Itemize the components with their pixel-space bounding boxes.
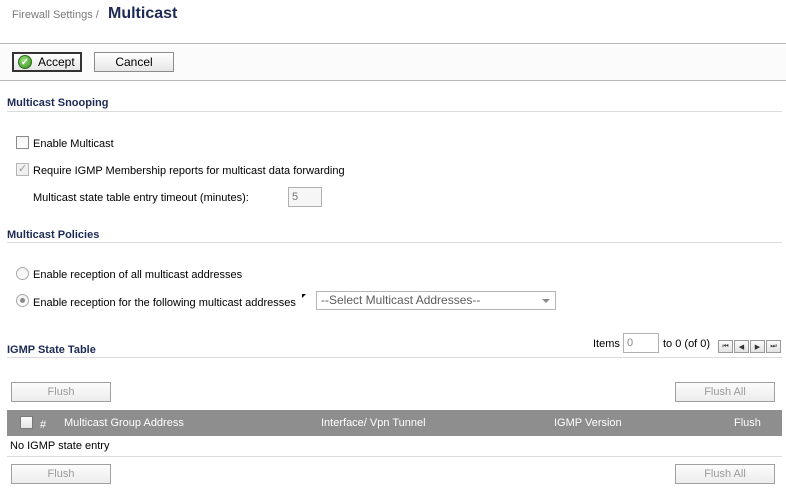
section-title-multicast-snooping: Multicast Snooping (7, 97, 109, 109)
enable-multicast-checkbox[interactable] (16, 136, 29, 149)
dropdown-arrow-icon (542, 299, 550, 303)
accept-button[interactable]: ✓ Accept (12, 52, 82, 72)
check-icon: ✓ (18, 55, 32, 69)
page-header: Firewall Settings / Multicast (0, 0, 786, 44)
empty-table-message: No IGMP state entry (10, 440, 110, 452)
page-title: Multicast (108, 5, 178, 22)
all-addresses-radio[interactable] (16, 267, 29, 280)
column-header-flush: Flush (734, 417, 761, 429)
checkmark-icon: ✓ (18, 163, 28, 175)
flush-button-bottom[interactable]: Flush (11, 464, 111, 484)
items-input[interactable] (623, 333, 659, 353)
cancel-button[interactable]: Cancel (94, 52, 174, 72)
corner-mark-icon (302, 294, 306, 298)
items-range-text: to 0 (of 0) (663, 338, 711, 350)
column-header-number[interactable]: # (40, 419, 46, 431)
enable-multicast-label: Enable Multicast (33, 138, 114, 150)
column-header-group-address[interactable]: Multicast Group Address (64, 417, 184, 429)
column-header-interface[interactable]: Interface/ Vpn Tunnel (321, 417, 426, 429)
pager: ⏮ ◀ ▶ ⏭ (718, 340, 782, 353)
prev-page-icon[interactable]: ◀ (734, 340, 749, 353)
igmp-table-header: # Multicast Group Address Interface/ Vpn… (7, 410, 782, 436)
timeout-input[interactable] (288, 187, 322, 207)
items-label: Items (593, 338, 620, 350)
multicast-address-select[interactable]: --Select Multicast Addresses-- (316, 291, 556, 310)
following-addresses-label: Enable reception for the following multi… (33, 297, 296, 309)
flush-all-button-bottom[interactable]: Flush All (675, 464, 775, 484)
section-title-igmp-state-table: IGMP State Table (7, 344, 96, 356)
select-all-checkbox[interactable] (20, 416, 33, 429)
breadcrumb[interactable]: Firewall Settings / (12, 9, 99, 21)
first-page-icon[interactable]: ⏮ (718, 340, 733, 353)
following-addresses-radio[interactable] (16, 294, 29, 307)
table-row-divider (7, 456, 782, 457)
flush-all-button-top[interactable]: Flush All (675, 382, 775, 402)
flush-button-top[interactable]: Flush (11, 382, 111, 402)
section-divider (7, 242, 782, 243)
column-header-igmp-version[interactable]: IGMP Version (554, 417, 622, 429)
section-divider (7, 357, 782, 358)
toolbar: ✓ Accept Cancel (0, 45, 786, 81)
all-addresses-label: Enable reception of all multicast addres… (33, 269, 243, 281)
accept-button-label: Accept (38, 55, 75, 69)
require-igmp-label: Require IGMP Membership reports for mult… (33, 165, 345, 177)
last-page-icon[interactable]: ⏭ (766, 340, 781, 353)
next-page-icon[interactable]: ▶ (750, 340, 765, 353)
timeout-label: Multicast state table entry timeout (min… (33, 192, 249, 204)
require-igmp-checkbox[interactable]: ✓ (16, 163, 29, 176)
multicast-address-select-value: --Select Multicast Addresses-- (321, 293, 481, 307)
section-title-multicast-policies: Multicast Policies (7, 229, 100, 241)
section-divider (7, 111, 782, 112)
